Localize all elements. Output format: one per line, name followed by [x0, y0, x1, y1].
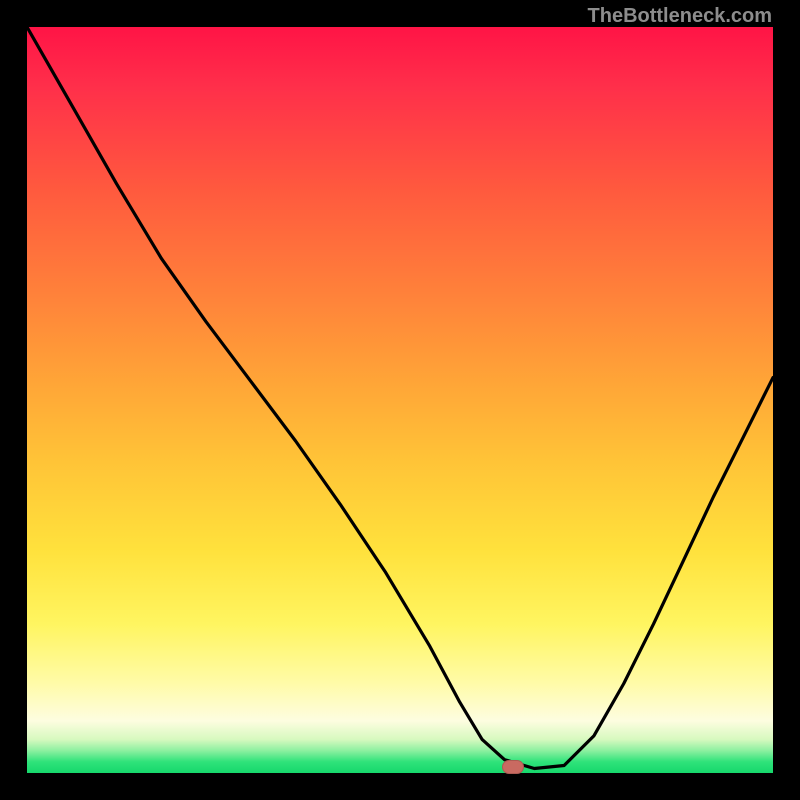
watermark-label: TheBottleneck.com	[588, 5, 772, 28]
plot-area	[27, 27, 773, 773]
optimum-marker	[502, 760, 524, 774]
bottleneck-curve	[27, 27, 773, 769]
curve-svg	[27, 27, 773, 773]
chart-frame: TheBottleneck.com	[0, 0, 800, 800]
